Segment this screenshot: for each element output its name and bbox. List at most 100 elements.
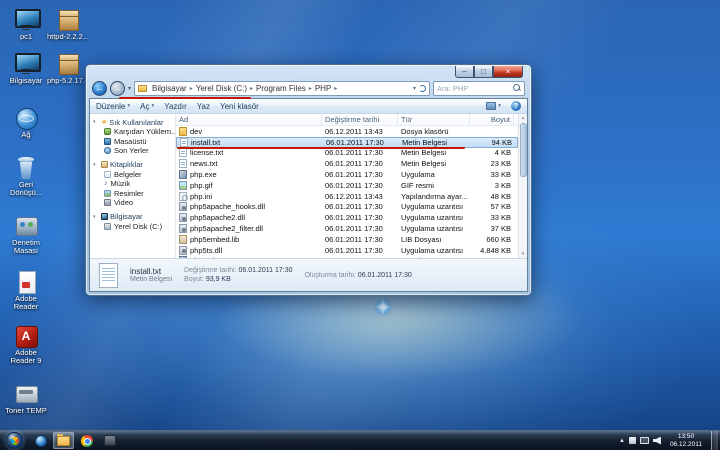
breadcrumb-separator-icon[interactable]: ▸ <box>333 85 338 92</box>
organize-button[interactable]: Düzenle▾ <box>96 102 130 111</box>
expander-icon[interactable]: ▾ <box>93 162 99 168</box>
network-status-icon[interactable] <box>640 437 649 444</box>
breadcrumb-item-local-disk-c[interactable]: Yerel Disk (C:) <box>194 84 249 93</box>
file-name: php5apache2.dll <box>190 213 245 222</box>
desktop-icon-network[interactable]: Ağ <box>4 106 48 139</box>
file-name: news.txt <box>190 159 218 168</box>
minimize-button[interactable]: – <box>455 66 474 78</box>
file-row-php5apache2-dll[interactable]: php5apache2.dll 06.01.2011 17:30 Uygulam… <box>176 212 518 223</box>
breadcrumb-item-computer[interactable]: Bilgisayar <box>150 84 189 93</box>
file-row-news-txt[interactable]: news.txt 06.01.2011 17:30 Metin Belgesi … <box>176 158 518 169</box>
history-dropdown-icon[interactable]: ▾ <box>128 85 131 92</box>
forward-button[interactable]: → <box>110 81 125 96</box>
created-label: Oluşturma tarihi: <box>304 272 355 279</box>
file-size: 3 KB <box>470 181 514 190</box>
sidebar-item-music[interactable]: ♪Müzik <box>93 179 175 189</box>
print-button[interactable]: Yazdır <box>164 102 187 111</box>
sidebar-item-downloads[interactable]: Karşıdan Yüklem... <box>93 127 175 137</box>
open-button[interactable]: Aç▾ <box>140 102 154 111</box>
breadcrumb-item-program-files[interactable]: Program Files <box>254 84 308 93</box>
libraries-icon <box>101 161 108 168</box>
desktop-icon-label: Geri Dönüşü... <box>4 181 48 197</box>
close-button[interactable]: × <box>493 66 523 78</box>
sidebar-section-libraries[interactable]: ▾ Kitaplıklar <box>93 160 175 170</box>
file-size: 23 KB <box>470 159 514 168</box>
taskbar-app-explorer[interactable] <box>53 432 74 449</box>
expander-icon[interactable]: ▾ <box>93 119 99 125</box>
address-bar[interactable]: Bilgisayar ▸ Yerel Disk (C:) ▸ Program F… <box>134 81 430 96</box>
address-dropdown-icon[interactable]: ▾ <box>413 85 416 92</box>
show-desktop-button[interactable] <box>711 431 718 450</box>
column-header-name[interactable]: Ad <box>176 114 322 125</box>
search-input[interactable] <box>437 84 513 93</box>
expander-icon[interactable]: ▾ <box>93 214 99 220</box>
desktop-icon-adobe-reader[interactable]: Adobe Reader 9 <box>4 324 48 365</box>
burn-button[interactable]: Yaz <box>197 102 210 111</box>
desktop-icon-pc1[interactable]: pc1 <box>4 8 48 41</box>
sidebar-item-video[interactable]: Video <box>93 198 175 208</box>
sidebar-item-local-disk-c[interactable]: Yerel Disk (C:) <box>93 222 175 232</box>
scroll-up-icon[interactable]: ▴ <box>522 115 525 121</box>
desktop-icon-control-panel[interactable]: Denetim Masası <box>4 214 48 255</box>
clock[interactable]: 13:50 06.12.2011 <box>665 433 707 448</box>
sidebar-item-label: Yerel Disk (C:) <box>114 222 162 231</box>
column-header-size[interactable]: Boyut <box>470 114 514 125</box>
search-box[interactable] <box>433 81 525 96</box>
section-label: Bilgisayar <box>110 212 143 221</box>
sidebar-section-favorites[interactable]: ▾ ★ Sık Kullanılanlar <box>93 117 175 127</box>
desktop-icon-httpd[interactable]: httpd-2.2.2... <box>46 8 90 41</box>
file-row-php-exe[interactable]: php.exe 06.01.2011 17:30 Uygulama 33 KB <box>176 169 518 180</box>
back-button[interactable]: ← <box>92 81 107 96</box>
start-button[interactable] <box>6 432 23 449</box>
section-label: Kitaplıklar <box>110 160 143 169</box>
desktop-icon-document[interactable]: Adobe Reader <box>4 270 48 311</box>
taskbar-app-other[interactable] <box>99 432 120 449</box>
file-row-php-ini[interactable]: php.ini 06.12.2011 13:43 Yapılandırma ay… <box>176 191 518 202</box>
taskbar-app-media-player[interactable] <box>30 432 51 449</box>
file-type: Uygulama uzantısı <box>398 246 470 255</box>
sidebar-item-documents[interactable]: Belgeler <box>93 170 175 180</box>
desktop-icon-php-installer[interactable]: php-5.2.17... <box>46 52 90 85</box>
desktop-icon-recycle-bin[interactable]: Geri Dönüşü... <box>4 156 48 197</box>
sidebar-section-computer[interactable]: ▾ Bilgisayar <box>93 212 175 222</box>
breadcrumb-item-php[interactable]: PHP <box>313 84 333 93</box>
pictures-icon <box>104 190 111 197</box>
refresh-icon[interactable] <box>419 85 426 92</box>
scrollbar-thumb[interactable] <box>520 123 527 177</box>
tray-app-icon[interactable] <box>629 437 636 444</box>
file-row-php5embed-lib[interactable]: php5embed.lib 06.01.2011 17:30 LIB Dosya… <box>176 234 518 245</box>
file-row-php-gif[interactable]: php.gif 06.01.2011 17:30 GIF resmi 3 KB <box>176 180 518 191</box>
help-button[interactable]: ? <box>511 101 521 111</box>
desktop-icon-toner[interactable]: Toner TEMP <box>4 382 48 415</box>
new-folder-button[interactable]: Yeni klasör <box>220 102 259 111</box>
file-row-install-txt[interactable]: install.txt 06.01.2011 17:30 Metin Belge… <box>176 137 518 148</box>
sidebar-item-recent-places[interactable]: Son Yerler <box>93 146 175 156</box>
tray-expand-icon[interactable]: ▲ <box>619 438 625 444</box>
file-size: 57 KB <box>470 202 514 211</box>
desktop-icon-label: Denetim Masası <box>4 239 48 255</box>
views-button[interactable]: ▾ <box>486 102 501 110</box>
file-row-php5apache2-filter-dll[interactable]: php5apache2_filter.dll 06.01.2011 17:30 … <box>176 223 518 234</box>
sidebar-item-pictures[interactable]: Resimler <box>93 189 175 199</box>
text-file-icon <box>180 138 188 147</box>
sidebar-item-desktop[interactable]: Masaüstü <box>93 137 175 147</box>
file-row-php5ts-dll[interactable]: php5ts.dll 06.01.2011 17:30 Uygulama uza… <box>176 245 518 256</box>
taskbar-app-chrome[interactable] <box>76 432 97 449</box>
vertical-scrollbar[interactable]: ▴ ▾ <box>518 114 527 258</box>
close-icon: × <box>506 67 511 77</box>
adobe-reader-icon <box>13 324 39 348</box>
desktop-icon-label: pc1 <box>4 33 48 41</box>
scroll-down-icon[interactable]: ▾ <box>522 251 525 257</box>
file-row-dev[interactable]: dev 06.12.2011 13:43 Dosya klasörü <box>176 126 518 137</box>
image-file-icon <box>179 181 187 190</box>
desktop-icon-computer[interactable]: Bilgisayar <box>4 52 48 85</box>
application-icon <box>179 170 187 179</box>
file-row-php5apache-hooks-dll[interactable]: php5apache_hooks.dll 06.01.2011 17:30 Uy… <box>176 202 518 213</box>
file-type: Uygulama uzantısı <box>398 224 470 233</box>
file-row-license-txt[interactable]: license.txt 06.01.2011 17:30 Metin Belge… <box>176 148 518 159</box>
column-header-type[interactable]: Tür <box>398 114 470 125</box>
maximize-button[interactable]: □ <box>474 66 493 78</box>
volume-icon[interactable] <box>653 437 661 445</box>
print-label: Yazdır <box>164 102 187 111</box>
column-header-date[interactable]: Değiştirme tarihi <box>322 114 398 125</box>
